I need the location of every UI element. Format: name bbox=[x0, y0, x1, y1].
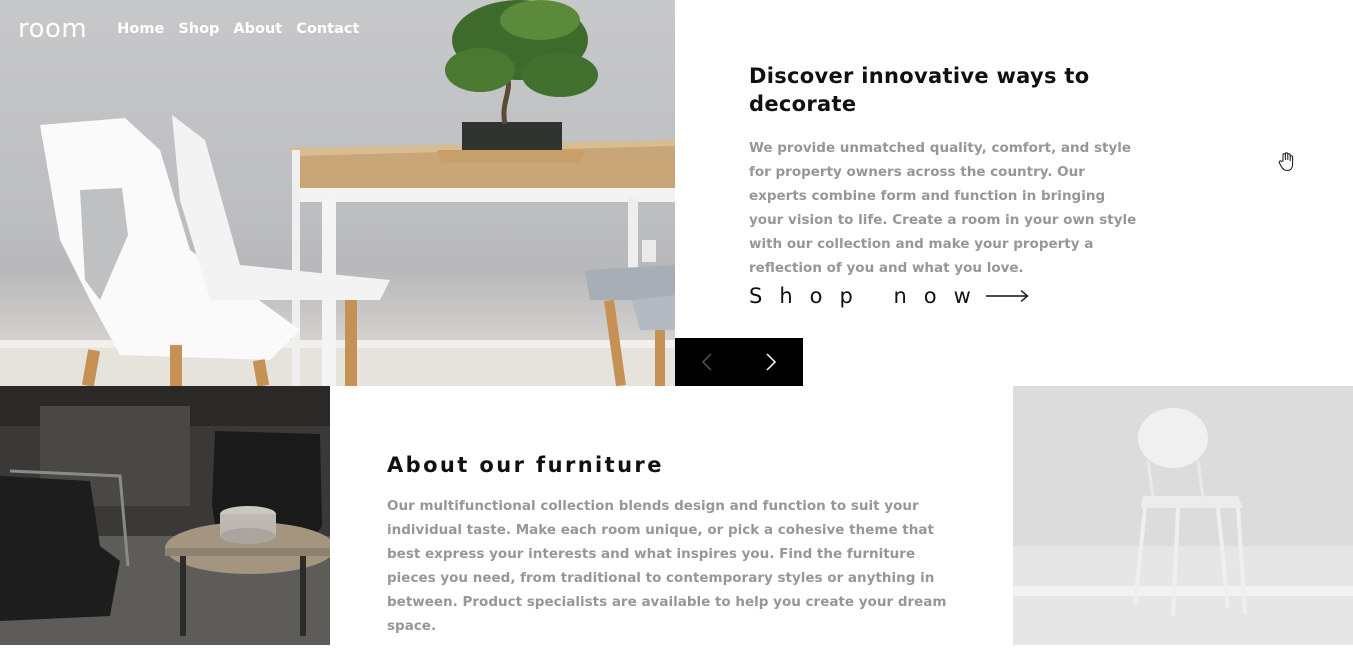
hero-photo-illustration bbox=[0, 0, 675, 386]
shop-now-link[interactable]: Shop now bbox=[749, 284, 1030, 308]
about-title: About our furniture bbox=[387, 453, 664, 477]
dark-room-illustration bbox=[0, 386, 330, 645]
hero-content: Discover innovative ways to decorate We … bbox=[749, 62, 1144, 294]
main-nav: room Home Shop About Contact bbox=[18, 14, 373, 44]
hero-description: We provide unmatched quality, comfort, a… bbox=[749, 140, 1137, 276]
slider-prev-button[interactable] bbox=[675, 338, 739, 386]
about-image-dark bbox=[0, 386, 330, 645]
slider-controls bbox=[675, 338, 803, 386]
slider-next-button[interactable] bbox=[739, 338, 803, 386]
nav-link-home[interactable]: Home bbox=[117, 14, 164, 44]
about-section: About our furniture Our multifunctional … bbox=[387, 452, 967, 652]
white-chair-illustration bbox=[1013, 386, 1353, 645]
nav-link-contact[interactable]: Contact bbox=[296, 14, 359, 44]
hero-title: Discover innovative ways to decorate bbox=[749, 64, 1090, 116]
arrow-right-icon bbox=[985, 289, 1029, 303]
chevron-right-icon bbox=[766, 353, 777, 371]
shop-now-label: Shop now bbox=[749, 284, 988, 308]
about-image-light bbox=[1013, 386, 1353, 645]
hero-image: room Home Shop About Contact bbox=[0, 0, 675, 386]
chevron-left-icon bbox=[701, 353, 712, 371]
nav-link-about[interactable]: About bbox=[233, 14, 282, 44]
nav-link-shop[interactable]: Shop bbox=[178, 14, 219, 44]
hand-cursor-icon bbox=[1278, 152, 1294, 172]
logo[interactable]: room bbox=[18, 14, 87, 44]
about-description: Our multifunctional collection blends de… bbox=[387, 498, 947, 634]
